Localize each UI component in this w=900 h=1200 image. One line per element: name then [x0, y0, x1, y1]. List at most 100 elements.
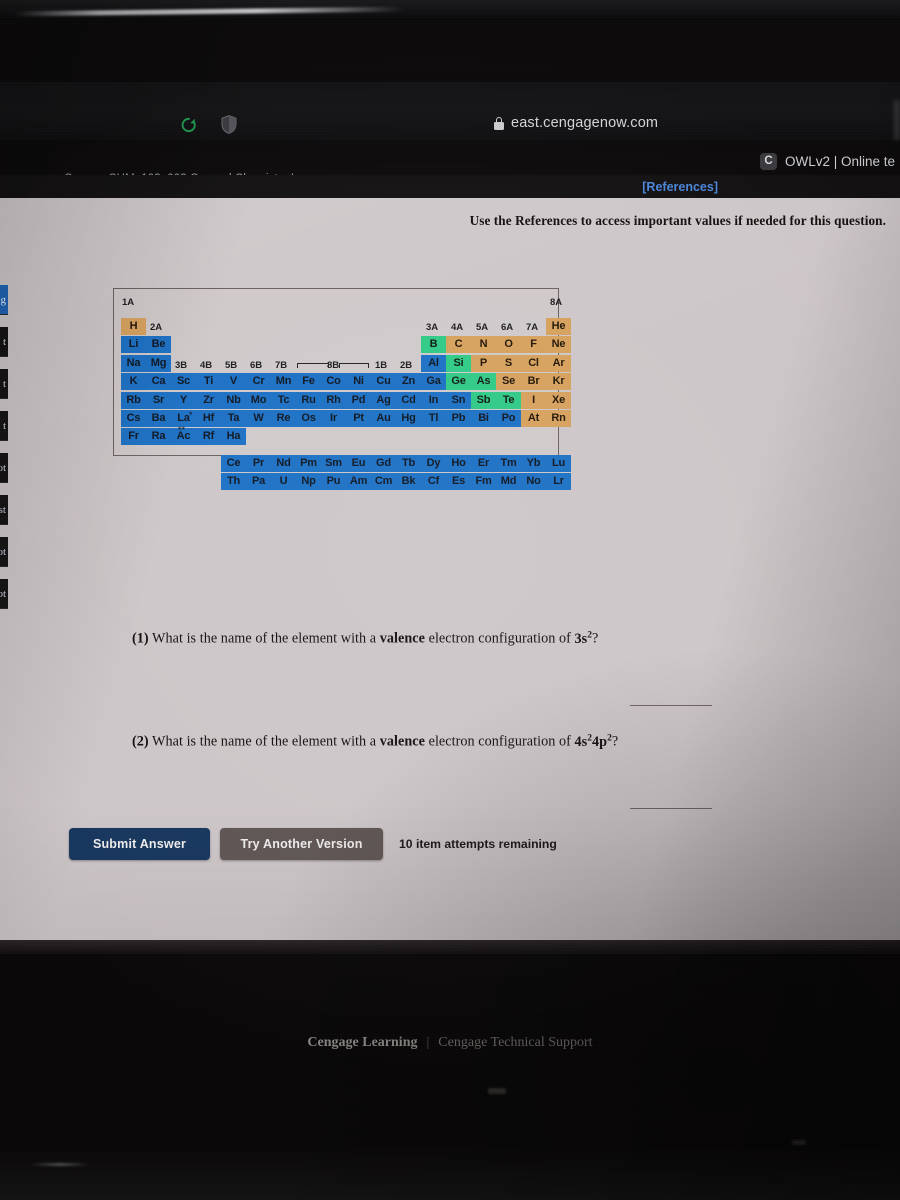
- element-cell-ru[interactable]: Ru: [296, 391, 321, 409]
- element-cell-hg[interactable]: Hg: [396, 410, 421, 427]
- element-cell-be[interactable]: Be: [146, 336, 171, 354]
- element-cell-ha[interactable]: Ha: [221, 428, 246, 446]
- shield-icon[interactable]: [221, 115, 237, 134]
- element-cell-b[interactable]: B: [421, 336, 446, 354]
- element-cell-yb[interactable]: Yb: [521, 455, 546, 473]
- element-cell-rn[interactable]: Rn: [546, 410, 571, 427]
- element-cell-ra[interactable]: Ra: [146, 428, 171, 446]
- element-cell-tc[interactable]: Tc: [271, 391, 296, 409]
- element-cell-at[interactable]: At: [521, 410, 546, 427]
- element-cell-he[interactable]: He: [546, 318, 571, 335]
- answer-input-1[interactable]: [630, 705, 712, 706]
- footer-technical-support[interactable]: Cengage Technical Support: [438, 1035, 592, 1051]
- submit-answer-button[interactable]: Submit Answer: [69, 828, 210, 860]
- element-cell-rf[interactable]: Rf: [196, 428, 221, 446]
- element-cell-ce[interactable]: Ce: [221, 455, 246, 473]
- address-bar[interactable]: east.cengagenow.com: [494, 112, 658, 134]
- element-cell-cr[interactable]: Cr: [246, 373, 271, 391]
- element-cell-md[interactable]: Md: [496, 473, 521, 491]
- element-cell-au[interactable]: Au: [371, 410, 396, 427]
- element-cell-re[interactable]: Re: [271, 410, 296, 427]
- element-cell-fm[interactable]: Fm: [471, 473, 496, 491]
- element-cell-hf[interactable]: Hf: [196, 410, 221, 427]
- element-cell-al[interactable]: Al: [421, 354, 446, 372]
- element-cell-zn[interactable]: Zn: [396, 373, 421, 391]
- element-cell-ga[interactable]: Ga: [421, 373, 446, 391]
- element-cell-mo[interactable]: Mo: [246, 391, 271, 409]
- element-cell-fr[interactable]: Fr: [121, 428, 146, 446]
- element-cell-na[interactable]: Na: [121, 354, 146, 372]
- sidebar-item-4[interactable]: ot: [0, 453, 8, 483]
- element-cell-ti[interactable]: Ti: [196, 373, 221, 391]
- element-cell-kr[interactable]: Kr: [546, 373, 571, 391]
- element-cell-cs[interactable]: Cs: [121, 410, 146, 427]
- references-link[interactable]: [References]: [642, 180, 718, 194]
- element-cell-in[interactable]: In: [421, 391, 446, 409]
- element-cell-bk[interactable]: Bk: [396, 473, 421, 491]
- sidebar-item-6[interactable]: ot: [0, 537, 8, 567]
- sidebar-item-5[interactable]: st: [0, 495, 8, 525]
- element-cell-y[interactable]: Y: [171, 391, 196, 409]
- try-another-version-button[interactable]: Try Another Version: [220, 828, 383, 860]
- element-cell-rb[interactable]: Rb: [121, 391, 146, 409]
- element-cell-cd[interactable]: Cd: [396, 391, 421, 409]
- element-cell-n[interactable]: N: [471, 336, 496, 354]
- element-cell-po[interactable]: Po: [496, 410, 521, 427]
- element-cell-ca[interactable]: Ca: [146, 373, 171, 391]
- element-cell-pt[interactable]: Pt: [346, 410, 371, 427]
- periodic-table[interactable]: H He Li Be B C N O F Ne Na Mg Al Si P S Cl Ar K Ca Sc Ti V Cr Mn…: [113, 288, 571, 491]
- element-cell-sb[interactable]: Sb: [471, 391, 496, 409]
- sidebar-item-1[interactable]: t: [0, 327, 8, 357]
- element-cell-os[interactable]: Os: [296, 410, 321, 427]
- element-cell-es[interactable]: Es: [446, 473, 471, 491]
- sidebar-item-3[interactable]: t: [0, 411, 8, 441]
- element-cell-pa[interactable]: Pa: [246, 473, 271, 491]
- element-cell-se[interactable]: Se: [496, 373, 521, 391]
- element-cell-pb[interactable]: Pb: [446, 410, 471, 427]
- element-cell-lu[interactable]: Lu: [546, 455, 571, 473]
- element-cell-ba[interactable]: Ba: [146, 410, 171, 427]
- element-cell-pd[interactable]: Pd: [346, 391, 371, 409]
- sidebar-item-2[interactable]: t: [0, 369, 8, 399]
- element-cell-cf[interactable]: Cf: [421, 473, 446, 491]
- sidebar-item-0[interactable]: g: [0, 285, 8, 315]
- element-cell-pu[interactable]: Pu: [321, 473, 346, 491]
- element-cell-no[interactable]: No: [521, 473, 546, 491]
- element-cell-co[interactable]: Co: [321, 373, 346, 391]
- element-cell-si[interactable]: Si: [446, 354, 471, 372]
- element-cell-br[interactable]: Br: [521, 373, 546, 391]
- element-cell-i[interactable]: I: [521, 391, 546, 409]
- element-cell-ni[interactable]: Ni: [346, 373, 371, 391]
- element-cell-c[interactable]: C: [446, 336, 471, 354]
- element-cell-tb[interactable]: Tb: [396, 455, 421, 473]
- element-cell-te[interactable]: Te: [496, 391, 521, 409]
- element-cell-p[interactable]: P: [471, 354, 496, 372]
- element-cell-ar[interactable]: Ar: [546, 354, 571, 372]
- element-cell-sc[interactable]: Sc: [171, 373, 196, 391]
- element-cell-am[interactable]: Am: [346, 473, 371, 491]
- element-cell-cm[interactable]: Cm: [371, 473, 396, 491]
- element-cell-zr[interactable]: Zr: [196, 391, 221, 409]
- element-cell-u[interactable]: U: [271, 473, 296, 491]
- element-cell-ta[interactable]: Ta: [221, 410, 246, 427]
- element-cell-s[interactable]: S: [496, 354, 521, 372]
- element-cell-nd[interactable]: Nd: [271, 455, 296, 473]
- element-cell-sn[interactable]: Sn: [446, 391, 471, 409]
- element-cell-tl[interactable]: Tl: [421, 410, 446, 427]
- element-cell-h[interactable]: H: [121, 318, 146, 335]
- reload-icon[interactable]: [180, 116, 198, 134]
- element-cell-gd[interactable]: Gd: [371, 455, 396, 473]
- element-cell-ne[interactable]: Ne: [546, 336, 571, 354]
- element-cell-th[interactable]: Th: [221, 473, 246, 491]
- element-cell-rh[interactable]: Rh: [321, 391, 346, 409]
- element-cell-lr[interactable]: Lr: [546, 473, 571, 491]
- element-cell-cu[interactable]: Cu: [371, 373, 396, 391]
- element-cell-fe[interactable]: Fe: [296, 373, 321, 391]
- element-cell-mn[interactable]: Mn: [271, 373, 296, 391]
- element-cell-k[interactable]: K: [121, 373, 146, 391]
- element-cell-eu[interactable]: Eu: [346, 455, 371, 473]
- element-cell-cl[interactable]: Cl: [521, 354, 546, 372]
- element-cell-ir[interactable]: Ir: [321, 410, 346, 427]
- element-cell-v[interactable]: V: [221, 373, 246, 391]
- element-cell-bi[interactable]: Bi: [471, 410, 496, 427]
